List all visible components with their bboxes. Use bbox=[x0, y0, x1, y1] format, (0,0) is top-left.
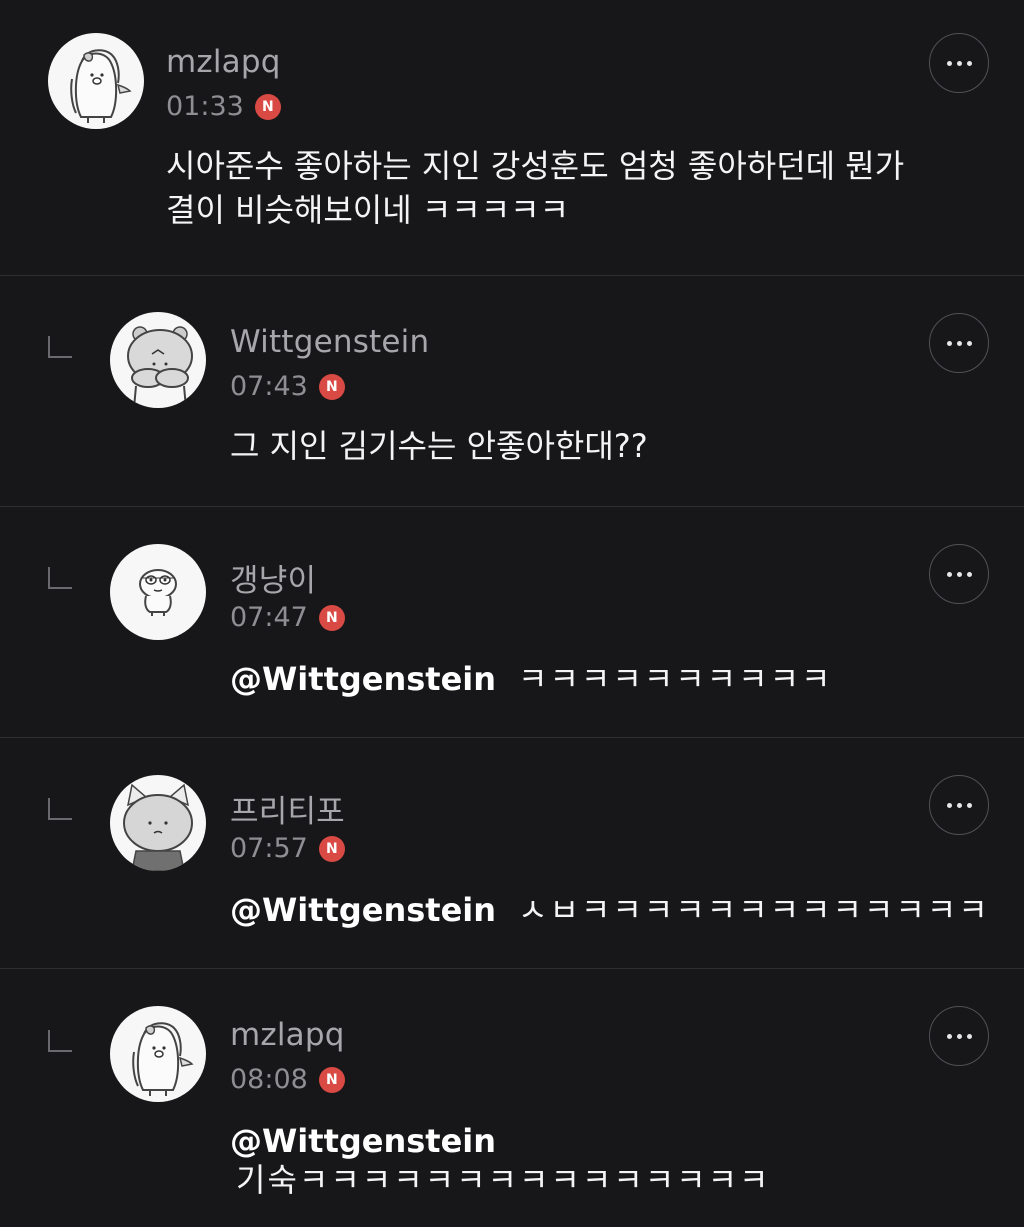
more-icon bbox=[966, 802, 972, 808]
new-badge-icon: N bbox=[318, 1066, 345, 1093]
reply-arrow-icon bbox=[48, 798, 72, 820]
comment-time: 07:47 bbox=[230, 602, 308, 633]
comment-text: 그 지인 김기수는 안좋아한대?? bbox=[230, 427, 648, 465]
more-options-button[interactable] bbox=[929, 33, 989, 93]
new-badge-icon: N bbox=[318, 835, 345, 862]
more-icon bbox=[956, 802, 962, 808]
more-options-button[interactable] bbox=[929, 775, 989, 835]
comment-author[interactable]: mzlapq bbox=[166, 44, 281, 80]
comment-meta: 07:47 N bbox=[230, 602, 345, 633]
more-icon bbox=[956, 571, 962, 577]
avatar[interactable] bbox=[110, 544, 206, 640]
cat-character-icon bbox=[123, 783, 193, 871]
comment-text: 시아준수 좋아하는 지인 강성훈도 엄청 좋아하던데 뭔가 결이 비슷해보이네 … bbox=[166, 147, 905, 229]
comment-meta: 08:08 N bbox=[230, 1064, 345, 1095]
avatar[interactable] bbox=[110, 312, 206, 408]
mention-link[interactable]: @Wittgenstein bbox=[230, 657, 496, 701]
reply-item: 프리티포 07:57 N @Wittgenstein ㅅㅂㅋㅋㅋㅋㅋㅋㅋㅋㅋㅋㅋ… bbox=[0, 738, 1024, 969]
reply-arrow-icon bbox=[48, 567, 72, 589]
comment-message: 기숙ㅋㅋㅋㅋㅋㅋㅋㅋㅋㅋㅋㅋㅋㅋㅋ bbox=[236, 1161, 771, 1199]
more-icon bbox=[946, 1033, 952, 1039]
more-icon bbox=[956, 60, 962, 66]
mention-link[interactable]: @Wittgenstein bbox=[230, 888, 496, 932]
more-options-button[interactable] bbox=[929, 313, 989, 373]
avatar[interactable] bbox=[48, 33, 144, 129]
comment-time: 07:43 bbox=[230, 371, 308, 402]
new-badge-icon: N bbox=[318, 373, 345, 400]
more-icon bbox=[946, 340, 952, 346]
reply-item: Wittgenstein 07:43 N 그 지인 김기수는 안좋아한대?? bbox=[0, 276, 1024, 507]
reply-item: mzlapq 08:08 N @Wittgenstein 기숙ㅋㅋㅋㅋㅋㅋㅋㅋㅋ… bbox=[0, 969, 1024, 1227]
new-badge-icon: N bbox=[318, 604, 345, 631]
comment-author[interactable]: Wittgenstein bbox=[230, 324, 429, 360]
new-badge-icon: N bbox=[254, 93, 281, 120]
pig-character-icon bbox=[132, 1022, 194, 1096]
comment-meta: 07:43 N bbox=[230, 371, 345, 402]
more-icon bbox=[956, 340, 962, 346]
more-options-button[interactable] bbox=[929, 544, 989, 604]
more-icon bbox=[966, 60, 972, 66]
comment-author[interactable]: 프리티포 bbox=[230, 786, 345, 831]
reply-arrow-icon bbox=[48, 336, 72, 358]
comment-time: 01:33 bbox=[166, 91, 244, 122]
comment-message: ㅋㅋㅋㅋㅋㅋㅋㅋㅋㅋ bbox=[518, 660, 833, 698]
more-options-button[interactable] bbox=[929, 1006, 989, 1066]
comment-text: @Wittgenstein ㅅㅂㅋㅋㅋㅋㅋㅋㅋㅋㅋㅋㅋㅋㅋ bbox=[230, 888, 990, 932]
goggle-character-icon bbox=[139, 569, 177, 616]
comment-text: @Wittgenstein bbox=[230, 1119, 518, 1163]
comment-text: @Wittgenstein ㅋㅋㅋㅋㅋㅋㅋㅋㅋㅋ bbox=[230, 657, 832, 701]
more-icon bbox=[966, 340, 972, 346]
comment-meta: 01:33 N bbox=[166, 91, 281, 122]
mention-link[interactable]: @Wittgenstein bbox=[230, 1119, 496, 1163]
comment-time: 08:08 bbox=[230, 1064, 308, 1095]
avatar[interactable] bbox=[110, 775, 206, 871]
reply-arrow-icon bbox=[48, 1030, 72, 1052]
comment-message: ㅅㅂㅋㅋㅋㅋㅋㅋㅋㅋㅋㅋㅋㅋㅋ bbox=[518, 891, 990, 929]
reply-item: 갱냥이 07:47 N @Wittgenstein ㅋㅋㅋㅋㅋㅋㅋㅋㅋㅋ bbox=[0, 507, 1024, 738]
more-icon bbox=[946, 571, 952, 577]
comment-meta: 07:57 N bbox=[230, 833, 345, 864]
comment-author[interactable]: mzlapq bbox=[230, 1017, 345, 1053]
more-icon bbox=[966, 1033, 972, 1039]
more-icon bbox=[946, 802, 952, 808]
comment-item: mzlapq 01:33 N 시아준수 좋아하는 지인 강성훈도 엄청 좋아하던… bbox=[0, 0, 1024, 276]
more-icon bbox=[966, 571, 972, 577]
more-icon bbox=[956, 1033, 962, 1039]
pig-character-icon bbox=[70, 49, 132, 123]
avatar[interactable] bbox=[110, 1006, 206, 1102]
more-icon bbox=[946, 60, 952, 66]
bear-character-icon bbox=[127, 326, 193, 408]
comment-author[interactable]: 갱냥이 bbox=[230, 555, 316, 600]
comment-time: 07:57 bbox=[230, 833, 308, 864]
